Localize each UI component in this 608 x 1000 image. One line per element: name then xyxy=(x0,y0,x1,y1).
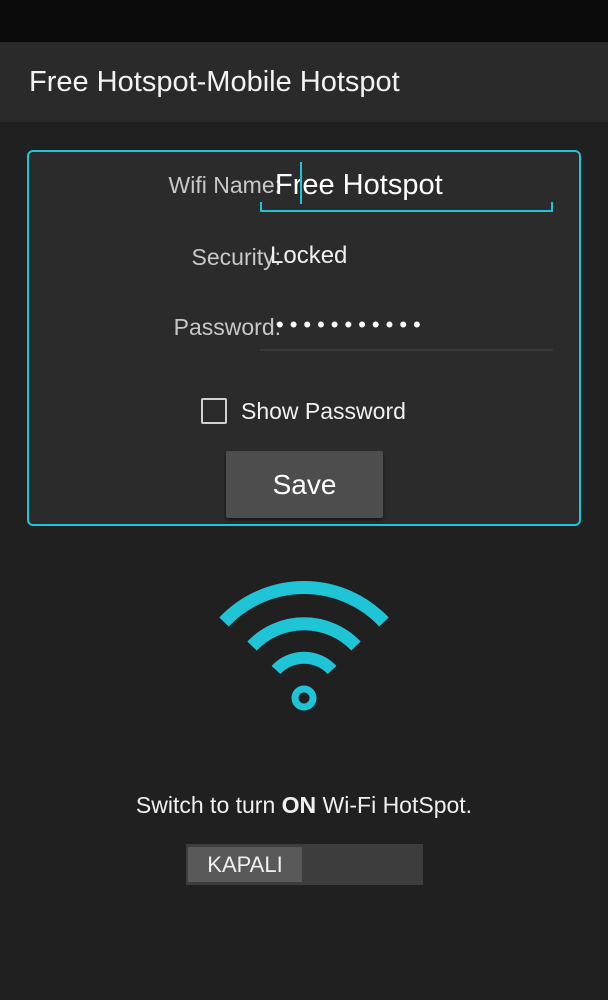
instruction-emphasis: ON xyxy=(281,792,317,818)
security-label: Security: xyxy=(191,244,281,270)
show-password-label[interactable]: Show Password xyxy=(241,398,406,425)
show-password-row[interactable]: Show Password xyxy=(201,396,406,426)
instruction-suffix: Wi-Fi HotSpot. xyxy=(316,792,473,818)
wifi-name-label: Wifi Name: xyxy=(168,172,281,198)
wifi-icon xyxy=(219,581,389,711)
text-caret xyxy=(300,162,302,204)
instruction-prefix: Switch to turn xyxy=(135,792,282,818)
wifi-name-input[interactable]: Free Hotspot xyxy=(260,162,553,212)
hotspot-settings-card: Wifi Name: Free Hotspot Security: Locked… xyxy=(27,150,581,526)
wifi-arc-inner xyxy=(271,651,337,675)
toggle-thumb[interactable]: KAPALI xyxy=(188,847,302,882)
app-title: Free Hotspot-Mobile Hotspot xyxy=(29,65,400,98)
status-bar xyxy=(0,0,608,42)
app-bar: Free Hotspot-Mobile Hotspot xyxy=(0,42,608,122)
password-label: Password: xyxy=(173,314,281,340)
show-password-checkbox[interactable] xyxy=(201,398,227,424)
hotspot-toggle[interactable]: KAPALI xyxy=(186,844,423,885)
input-edge xyxy=(551,202,553,210)
password-value: ••••••••••• xyxy=(276,312,427,337)
security-value: Locked xyxy=(270,242,348,269)
wifi-dot xyxy=(291,685,317,711)
hotspot-instruction: Switch to turn ON Wi-Fi HotSpot. xyxy=(0,792,608,819)
wifi-arc-middle xyxy=(247,617,361,651)
password-input[interactable]: ••••••••••• xyxy=(260,307,553,351)
wifi-arc-outer xyxy=(219,581,389,627)
save-button[interactable]: Save xyxy=(226,451,383,518)
